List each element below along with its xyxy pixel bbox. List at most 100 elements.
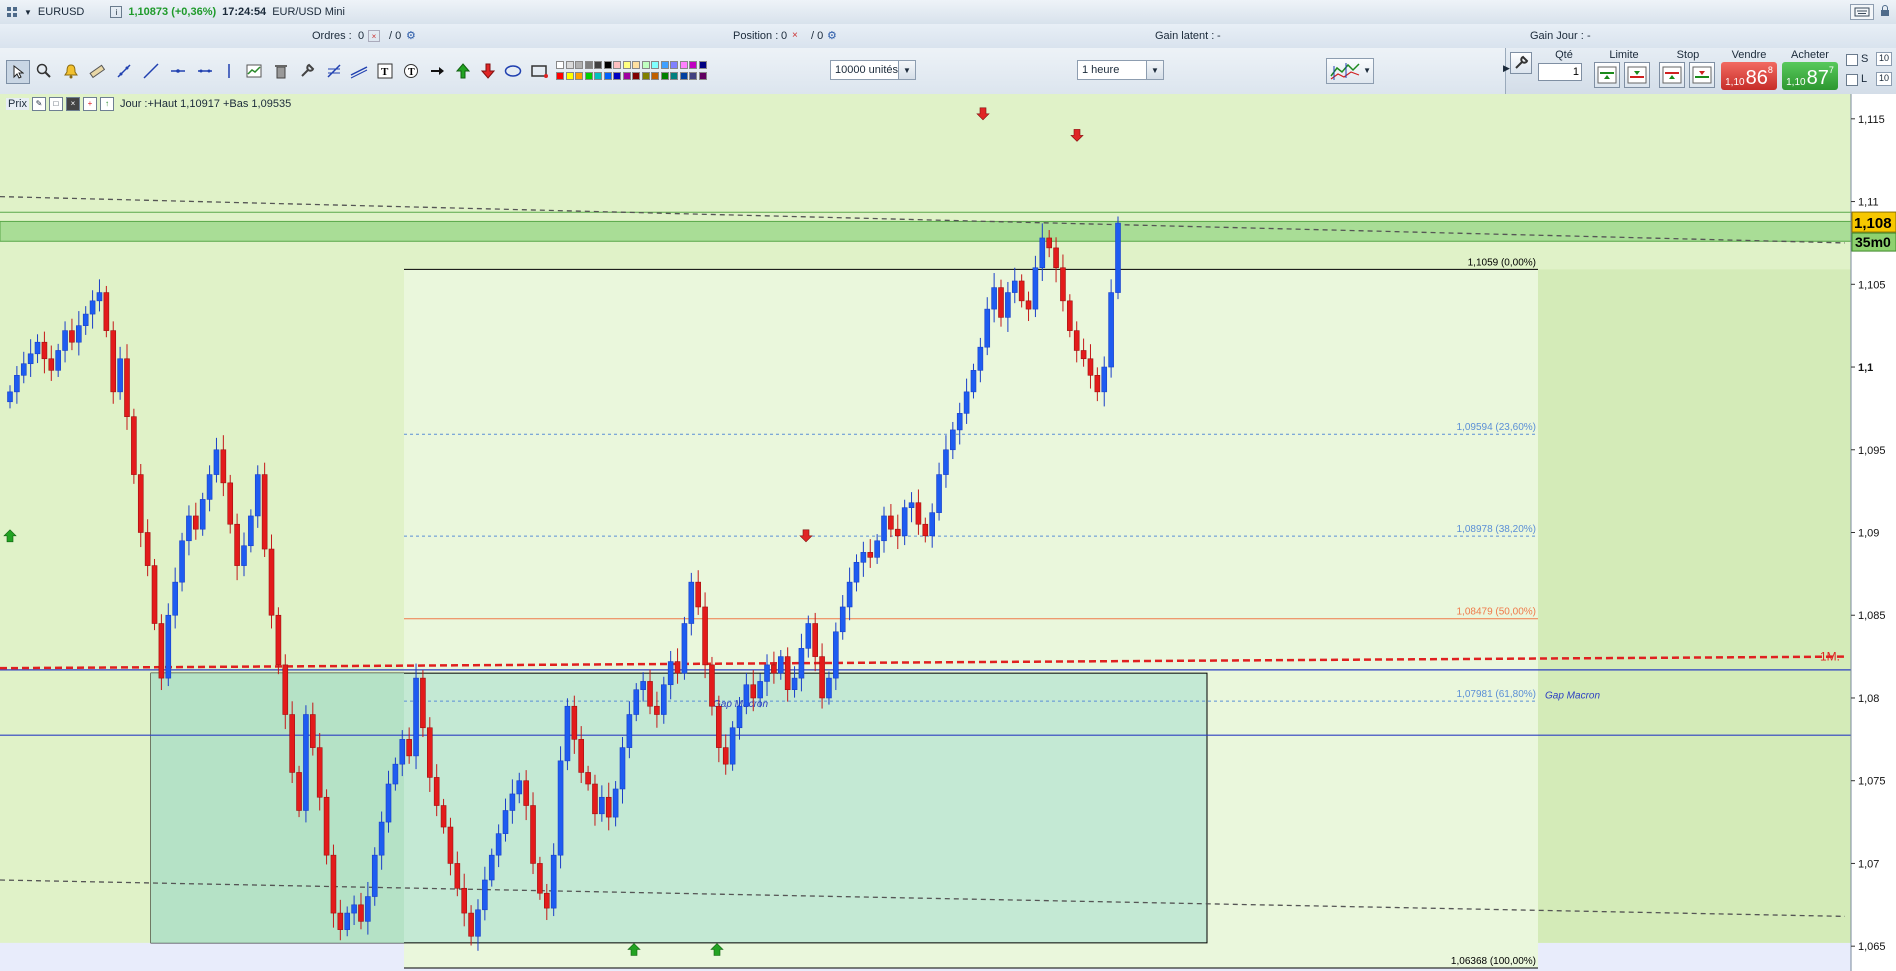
candle [20, 363, 27, 376]
palette-swatch[interactable] [565, 61, 574, 69]
candle [1060, 267, 1066, 302]
limit-buy-button[interactable] [1594, 62, 1620, 88]
palette-swatch[interactable] [670, 61, 678, 69]
arrow-down-red-icon[interactable] [477, 60, 499, 82]
close-icon[interactable]: × [65, 97, 80, 111]
pointer-icon[interactable] [6, 60, 30, 84]
palette-swatch[interactable] [641, 72, 650, 80]
stop-buy-button[interactable] [1659, 62, 1685, 88]
candle [901, 507, 908, 537]
rectangle-tool-icon[interactable] [528, 60, 550, 82]
palette-swatch[interactable] [632, 72, 640, 80]
palette-swatch[interactable] [613, 72, 621, 80]
text-bubble-icon[interactable]: T [400, 60, 422, 82]
horizontal-segment-icon[interactable] [194, 60, 216, 82]
ruler-icon[interactable] [86, 60, 108, 82]
palette-swatch[interactable] [594, 72, 602, 80]
zoom-icon[interactable] [33, 60, 55, 82]
palette-swatch[interactable] [594, 61, 602, 69]
palette-swatch[interactable] [660, 61, 669, 69]
limit-distance-input[interactable]: 10 [1876, 72, 1892, 86]
palette-swatch[interactable] [689, 61, 697, 69]
info-icon[interactable]: i [110, 6, 123, 18]
palette-swatch[interactable] [689, 72, 697, 80]
qty-input[interactable] [1538, 63, 1582, 81]
window-icon[interactable]: □ [48, 97, 63, 111]
candle [89, 300, 96, 315]
palette-swatch[interactable] [565, 72, 574, 80]
trash-icon[interactable] [270, 60, 292, 82]
palette-swatch[interactable] [584, 61, 593, 69]
palette-swatch[interactable] [698, 61, 707, 69]
color-palette[interactable] [556, 59, 710, 83]
wrench-icon[interactable]: ✎ [31, 97, 46, 111]
chevron-down-icon[interactable]: ▼ [1146, 61, 1163, 79]
sell-button[interactable]: 1,10 86 8 [1721, 62, 1777, 90]
palette-swatch[interactable] [556, 72, 564, 80]
stop-distance-input[interactable]: 10 [1876, 52, 1892, 66]
keyboard-icon[interactable] [1850, 4, 1874, 20]
candle [413, 677, 419, 757]
line-tool-icon[interactable] [113, 60, 135, 82]
palette-swatch[interactable] [698, 72, 707, 80]
timeframe-select[interactable]: 1 heure ▼ [1077, 60, 1164, 80]
text-tool-icon[interactable]: T [374, 60, 396, 82]
stop-checkbox[interactable] [1846, 54, 1858, 66]
stop-sell-button[interactable] [1689, 62, 1715, 88]
horizontal-line-icon[interactable] [167, 60, 189, 82]
chevron-down-icon[interactable]: ▼ [1363, 66, 1371, 75]
palette-swatch[interactable] [632, 61, 640, 69]
ellipse-tool-icon[interactable] [502, 60, 524, 82]
fibonacci-icon[interactable] [323, 60, 345, 82]
palette-swatch[interactable] [651, 72, 659, 80]
chevron-down-icon[interactable]: ▼ [24, 8, 32, 17]
lock-icon[interactable] [1878, 4, 1892, 18]
palette-swatch[interactable] [603, 72, 612, 80]
palette-swatch[interactable] [556, 61, 564, 69]
candle [385, 783, 392, 823]
palette-swatch[interactable] [622, 72, 631, 80]
alert-bell-icon[interactable] [60, 60, 82, 82]
indicator-icon[interactable] [243, 60, 265, 82]
palette-swatch[interactable] [575, 72, 583, 80]
price-chart[interactable]: 1,1059 (0,00%) 1,09594 (23,60%) 1,08978 (3… [0, 94, 1896, 971]
close-position-icon[interactable]: × [792, 30, 798, 41]
palette-swatch[interactable] [584, 72, 593, 80]
candle [667, 661, 674, 686]
symbol-label[interactable]: EURUSD [38, 6, 84, 18]
wrench-icon[interactable] [296, 60, 318, 82]
palette-swatch[interactable] [651, 61, 659, 69]
palette-swatch[interactable] [613, 61, 621, 69]
candle [1067, 300, 1073, 331]
limit-checkbox[interactable] [1846, 74, 1858, 86]
palette-swatch[interactable] [660, 72, 669, 80]
order-settings-button[interactable] [1510, 52, 1532, 74]
limit-sell-button[interactable] [1624, 62, 1650, 88]
settings-icon[interactable]: ⚙ [827, 29, 837, 42]
vertical-line-icon[interactable] [218, 60, 240, 82]
panel-collapse-icon[interactable]: ▶ [1503, 63, 1510, 74]
candle [55, 350, 61, 371]
units-select[interactable]: 10000 unités ▼ [830, 60, 916, 80]
chevron-down-icon[interactable]: ▼ [898, 61, 915, 79]
arrow-up-green-icon[interactable] [452, 60, 474, 82]
buy-button[interactable]: 1,10 87 7 [1782, 62, 1838, 90]
settings-icon[interactable]: ⚙ [406, 29, 416, 42]
palette-swatch[interactable] [670, 72, 678, 80]
channel-icon[interactable] [348, 60, 370, 82]
arrow-up-icon[interactable]: ↑ [99, 97, 114, 111]
palette-swatch[interactable] [679, 61, 688, 69]
palette-swatch[interactable] [641, 61, 650, 69]
palette-swatch[interactable] [679, 72, 688, 80]
candle [592, 783, 598, 815]
cancel-orders-icon[interactable]: × [368, 30, 380, 42]
ray-tool-icon[interactable] [140, 60, 162, 82]
grid-icon[interactable] [6, 6, 18, 18]
chart-type-button[interactable]: ▼ [1326, 58, 1374, 84]
palette-swatch[interactable] [622, 61, 631, 69]
palette-swatch[interactable] [603, 61, 612, 69]
palette-swatch[interactable] [575, 61, 583, 69]
candle [888, 515, 894, 530]
add-indicator-icon[interactable]: + [82, 97, 97, 111]
arrow-right-icon[interactable] [426, 60, 448, 82]
